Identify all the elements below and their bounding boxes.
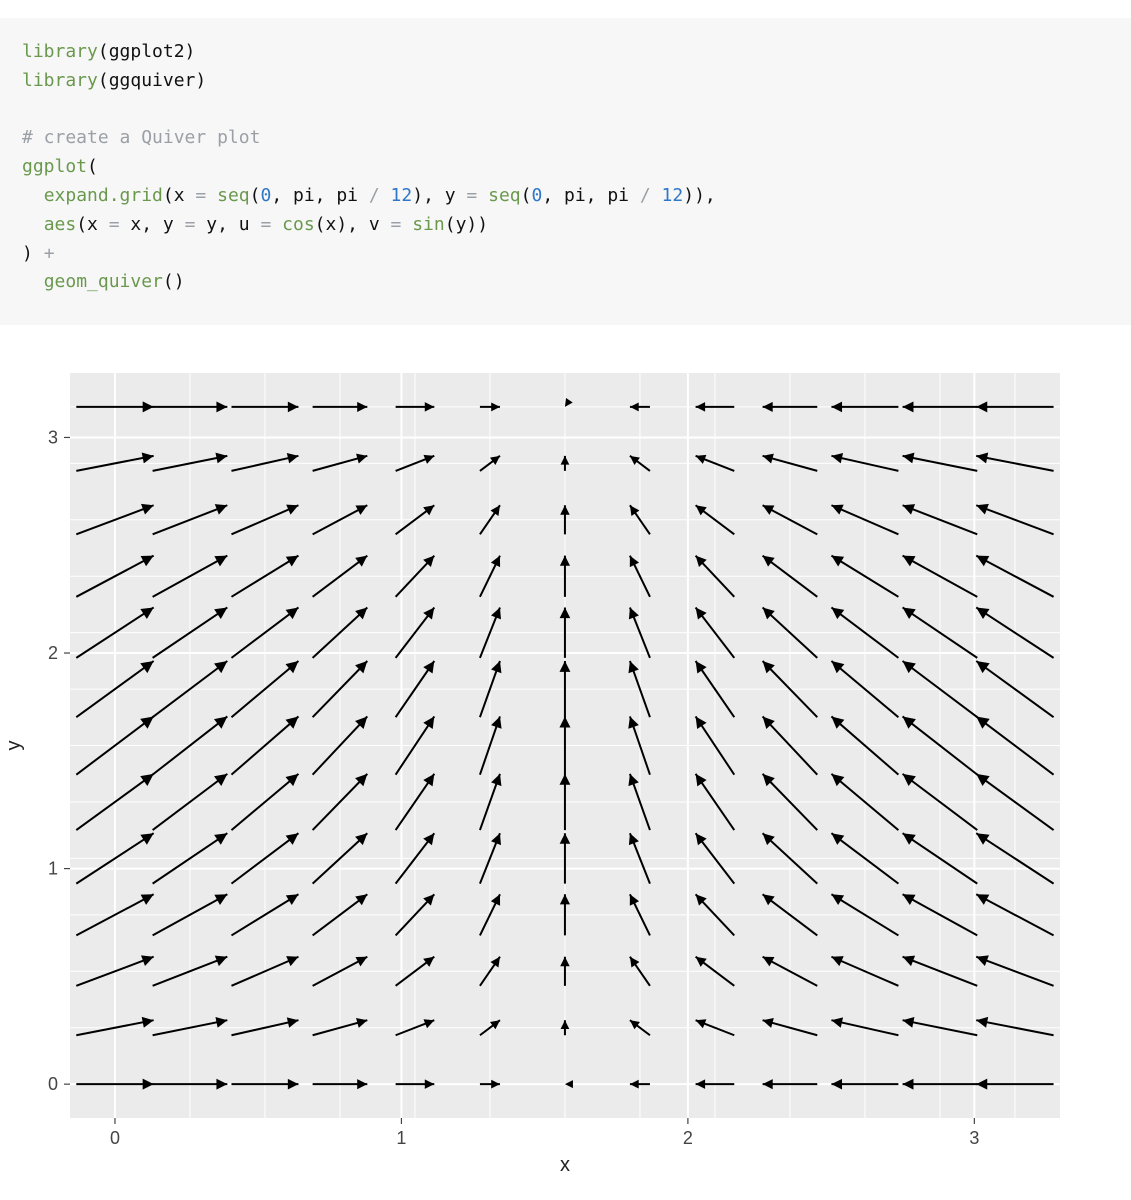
- y-tick-label: 0: [48, 1074, 58, 1094]
- code-comment: # create a Quiver plot: [22, 127, 260, 148]
- page: library(ggplot2) library(ggquiver) # cre…: [0, 18, 1131, 1193]
- y-axis-title: y: [3, 741, 25, 751]
- chart-container: 0 1 2 3 0 1 2 3 x y: [0, 343, 1131, 1193]
- code-block: library(ggplot2) library(ggquiver) # cre…: [0, 18, 1131, 325]
- quiver-plot: 0 1 2 3 0 1 2 3 x y: [0, 363, 1080, 1183]
- y-tick-label: 2: [48, 643, 58, 663]
- x-tick-label: 2: [683, 1128, 693, 1148]
- x-tick-label: 3: [969, 1128, 979, 1148]
- x-axis-title: x: [560, 1154, 570, 1176]
- y-tick-label: 3: [48, 428, 58, 448]
- x-tick-label: 1: [396, 1128, 406, 1148]
- y-tick-label: 1: [48, 859, 58, 879]
- x-tick-label: 0: [110, 1128, 120, 1148]
